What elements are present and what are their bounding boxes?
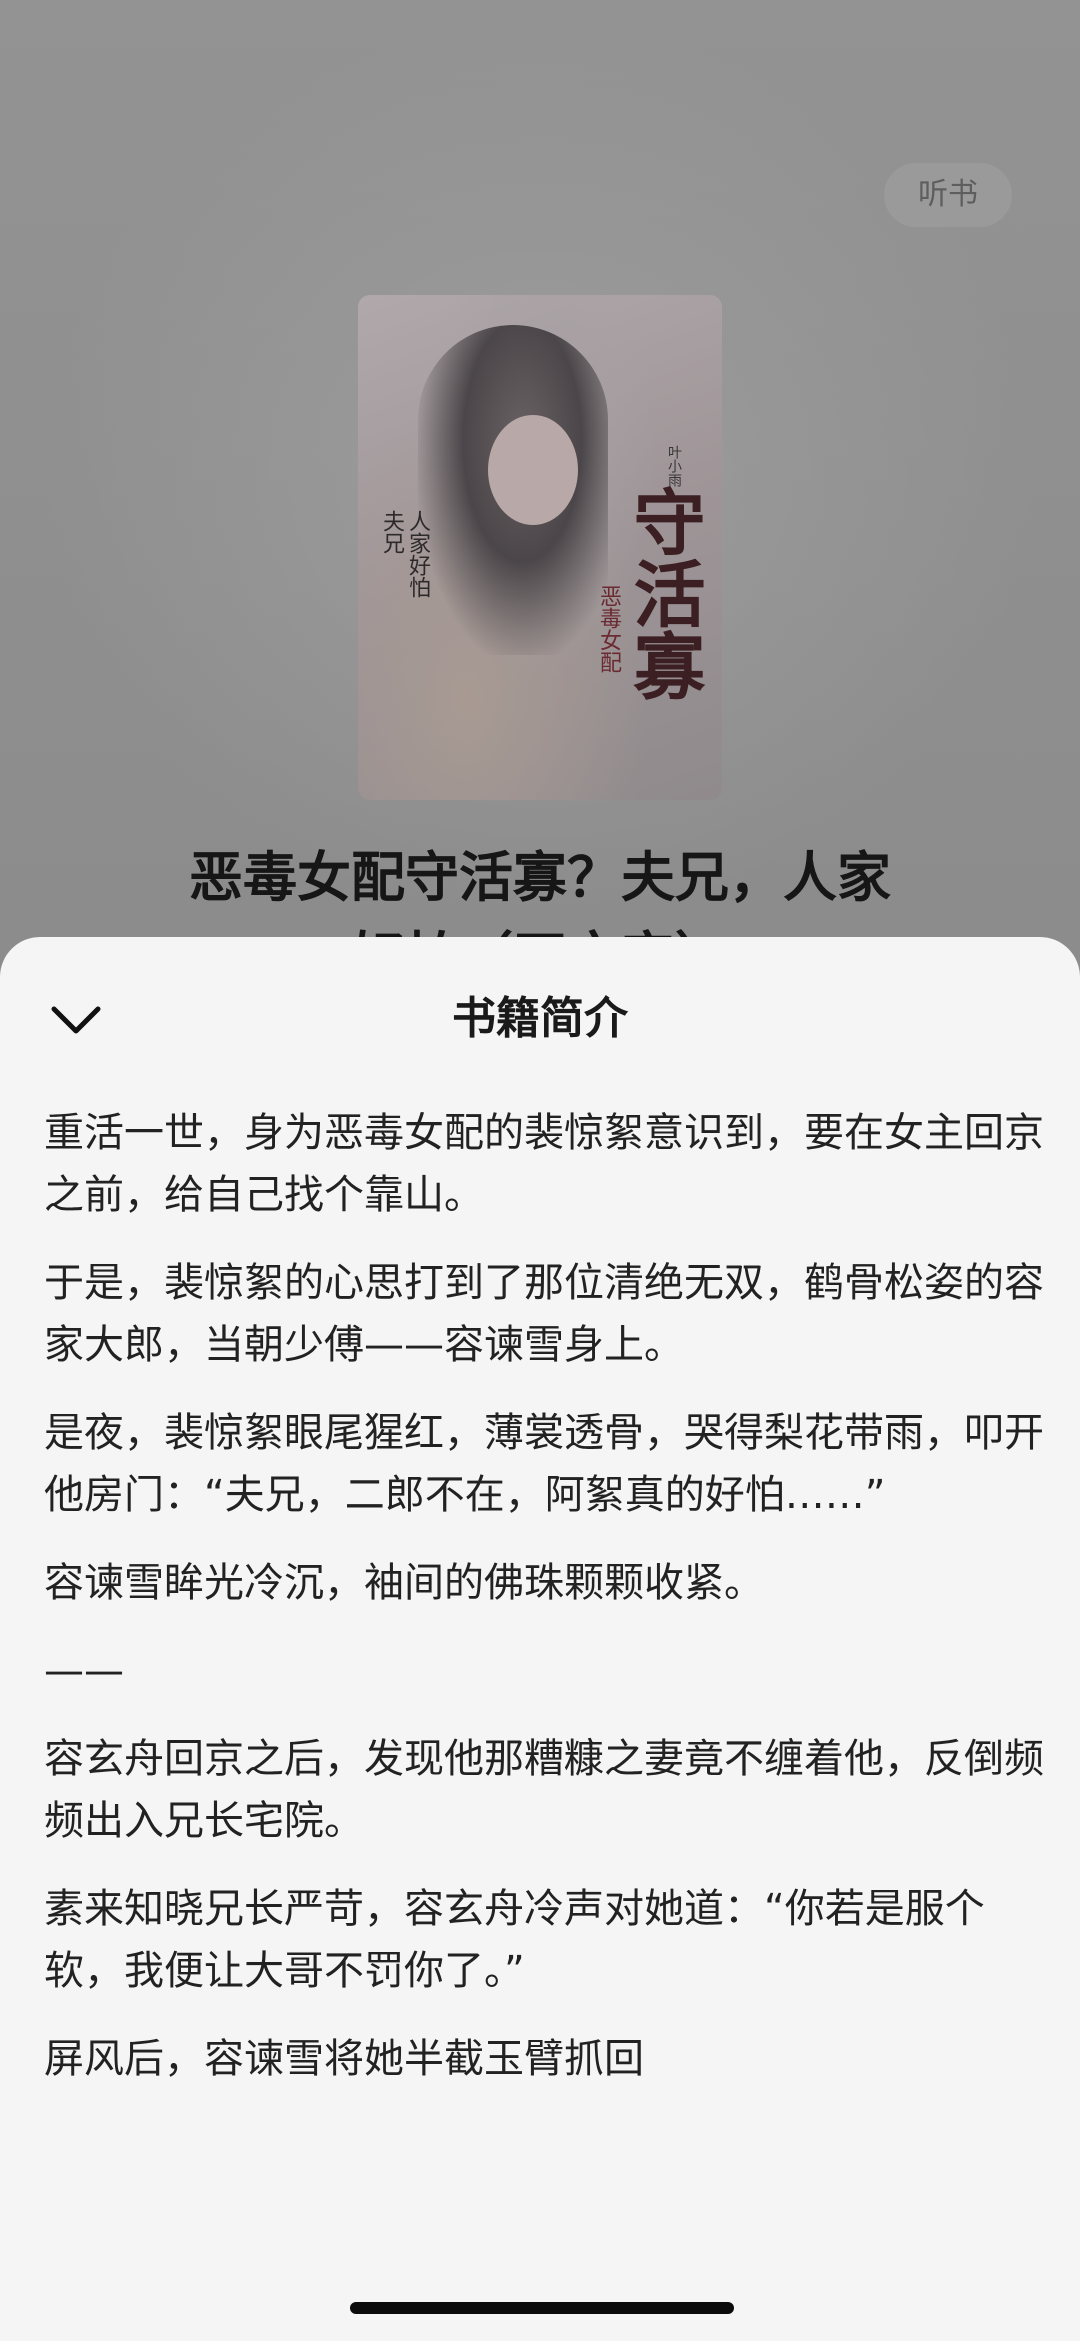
home-indicator[interactable] <box>350 2302 734 2314</box>
intro-paragraph: 于是，裴惊絮的心思打到了那位清绝无双，鹤骨松姿的容家大郎，当朝少傅——容谏雪身上… <box>44 1260 1044 1368</box>
cover-author: 叶小雨 <box>666 445 682 487</box>
book-cover[interactable]: 叶小雨 人家好怕 夫兄 恶毒女配 守活寡 <box>358 295 722 800</box>
intro-text: 重活一世，身为恶毒女配的裴惊絮意识到，要在女主回京之前，给自己找个靠山。 于是，… <box>44 1102 1044 2116</box>
sheet-header: 书籍简介 <box>0 937 1080 1057</box>
book-title: 恶毒女配守活寡？夫兄，人家 <box>189 846 891 909</box>
cover-title: 守活寡 <box>621 485 706 701</box>
intro-paragraph: 重活一世，身为恶毒女配的裴惊絮意识到，要在女主回京之前，给自己找个靠山。 <box>44 1110 1044 1218</box>
intro-separator: —— <box>44 1648 124 1694</box>
sheet-title: 书籍简介 <box>452 993 628 1044</box>
intro-paragraph: 是夜，裴惊絮眼尾猩红，薄裳透骨，哭得梨花带雨，叩开他房门：“夫兄，二郎不在，阿絮… <box>44 1410 1044 1518</box>
intro-paragraph: 容谏雪眸光冷沉，袖间的佛珠颗颗收紧。 <box>44 1560 764 1606</box>
intro-bottom-sheet: 书籍简介 重活一世，身为恶毒女配的裴惊絮意识到，要在女主回京之前，给自己找个靠山… <box>0 937 1080 2341</box>
cover-face <box>488 415 578 525</box>
intro-paragraph: 容玄舟回京之后，发现他那糟糠之妻竟不缠着他，反倒频频出入兄长宅院。 <box>44 1736 1044 1844</box>
cover-side-text: 人家好怕 夫兄 <box>379 510 430 598</box>
intro-paragraph: 屏风后，容谏雪将她半截玉臂抓回 <box>44 2036 644 2082</box>
listen-button[interactable]: 听书 <box>884 163 1012 227</box>
intro-paragraph: 素来知晓兄长严苛，容玄舟冷声对她道：“你若是服个软，我便让大哥不罚你了。” <box>44 1886 985 1994</box>
